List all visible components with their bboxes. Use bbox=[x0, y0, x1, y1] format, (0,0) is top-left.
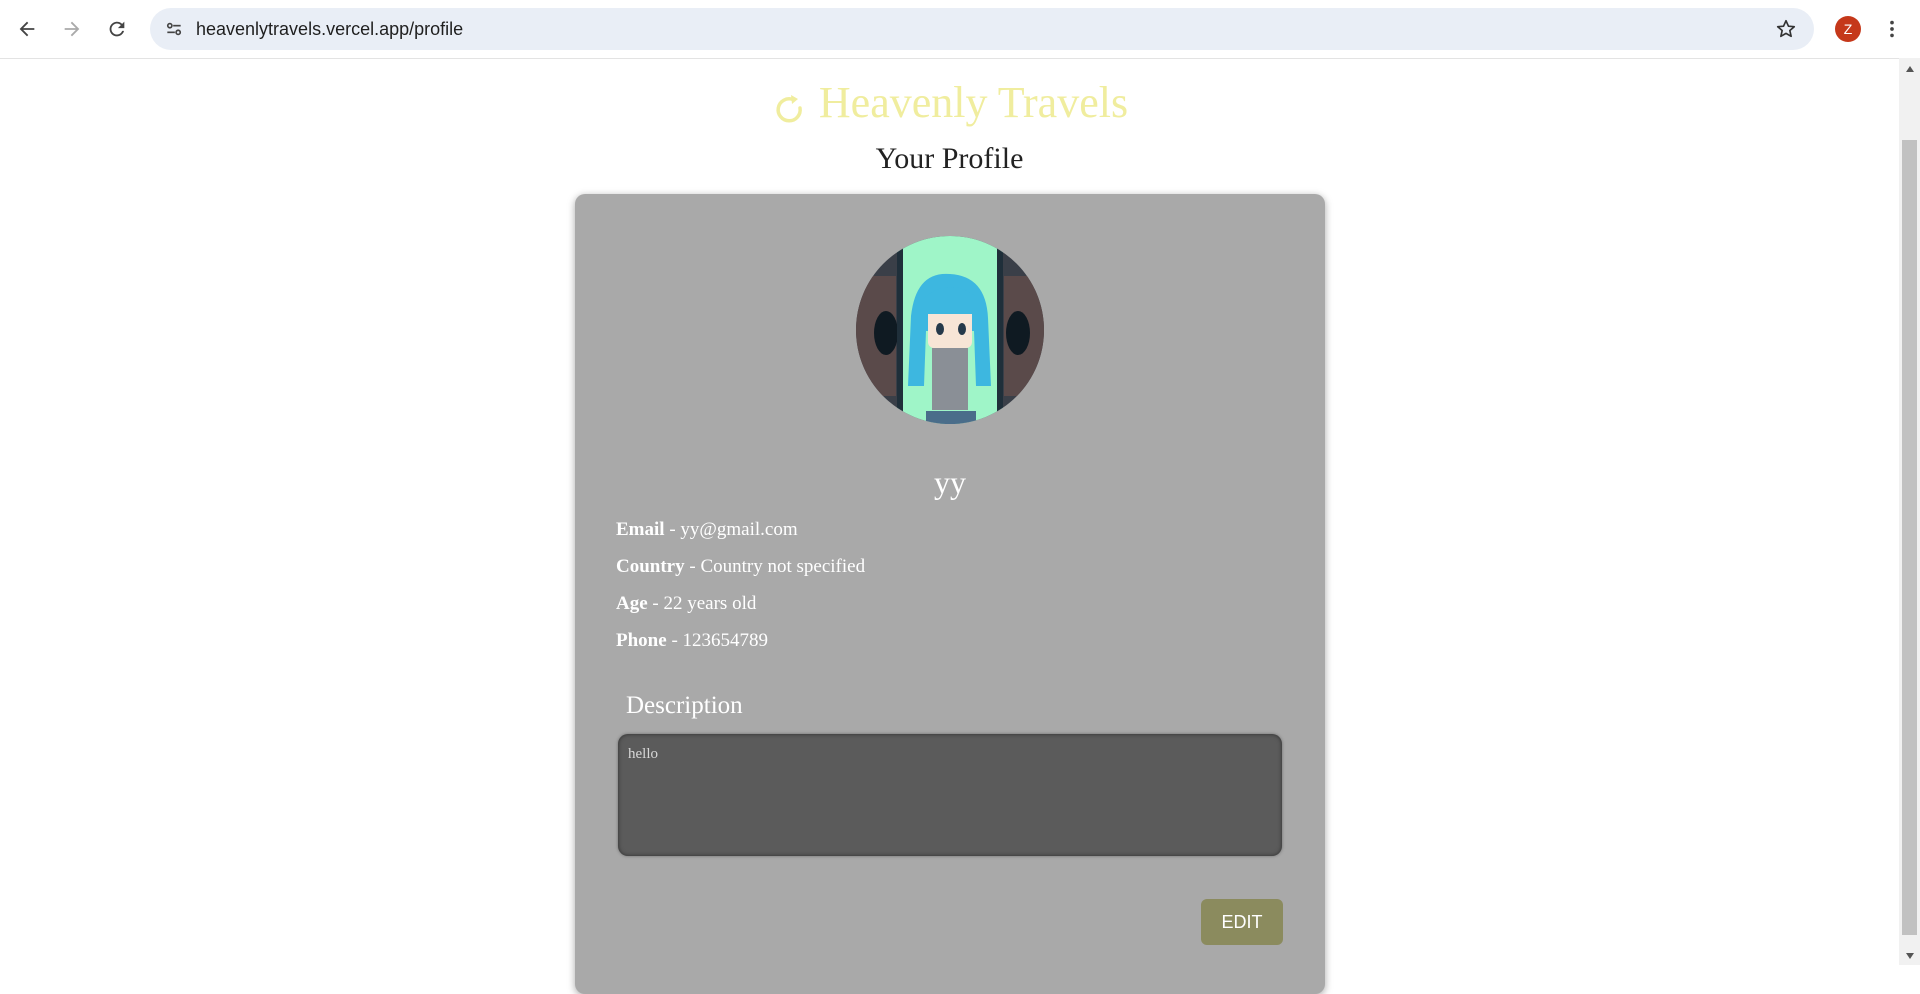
info-label: Email bbox=[616, 519, 665, 540]
browser-toolbar: heavenlytravels.vercel.app/profile Z bbox=[0, 0, 1920, 59]
avatar bbox=[856, 236, 1044, 424]
page-title: Your Profile bbox=[875, 142, 1024, 175]
address-bar[interactable]: heavenlytravels.vercel.app/profile bbox=[150, 8, 1814, 50]
info-phone: Phone - 123654789 bbox=[616, 630, 768, 652]
scroll-up-arrow-icon[interactable] bbox=[1899, 60, 1920, 78]
browser-profile-avatar[interactable]: Z bbox=[1835, 16, 1861, 42]
scroll-thumb[interactable] bbox=[1902, 140, 1917, 935]
info-label: Phone bbox=[616, 630, 667, 651]
description-label: Description bbox=[626, 692, 743, 719]
info-label: Age bbox=[616, 593, 648, 614]
kebab-menu-icon[interactable] bbox=[1880, 17, 1904, 41]
info-country: Country - Country not specified bbox=[616, 556, 865, 578]
scroll-down-arrow-icon[interactable] bbox=[1899, 947, 1920, 965]
username: yy bbox=[934, 464, 966, 500]
info-age: Age - 22 years old bbox=[616, 593, 756, 615]
arrow-left-icon bbox=[19, 21, 35, 37]
info-email: Email - yy@gmail.com bbox=[616, 519, 798, 541]
info-value: - 22 years old bbox=[652, 593, 757, 614]
star-icon[interactable] bbox=[1774, 17, 1798, 41]
profile-card: yy Email - yy@gmail.com Country - Countr… bbox=[575, 194, 1325, 994]
reload-button[interactable] bbox=[99, 11, 135, 47]
info-value: - 123654789 bbox=[671, 630, 769, 651]
page-scrollbar[interactable] bbox=[1899, 58, 1920, 965]
info-label: Country bbox=[616, 556, 685, 577]
url-text[interactable]: heavenlytravels.vercel.app/profile bbox=[196, 8, 463, 50]
refresh-circle-icon bbox=[776, 95, 802, 123]
info-value: - Country not specified bbox=[689, 556, 866, 577]
forward-button[interactable] bbox=[54, 11, 90, 47]
info-value: - yy@gmail.com bbox=[669, 519, 798, 540]
edit-button[interactable]: EDIT bbox=[1201, 899, 1283, 945]
description-field[interactable]: hello bbox=[618, 734, 1282, 856]
description-text: hello bbox=[628, 746, 658, 762]
arrow-right-icon bbox=[64, 21, 80, 37]
reload-icon bbox=[109, 21, 125, 37]
back-button[interactable] bbox=[9, 11, 45, 47]
brand-name: Heavenly Travels bbox=[818, 77, 1129, 127]
brand-header[interactable]: Heavenly Travels bbox=[0, 72, 1899, 132]
tune-icon[interactable] bbox=[162, 17, 186, 41]
